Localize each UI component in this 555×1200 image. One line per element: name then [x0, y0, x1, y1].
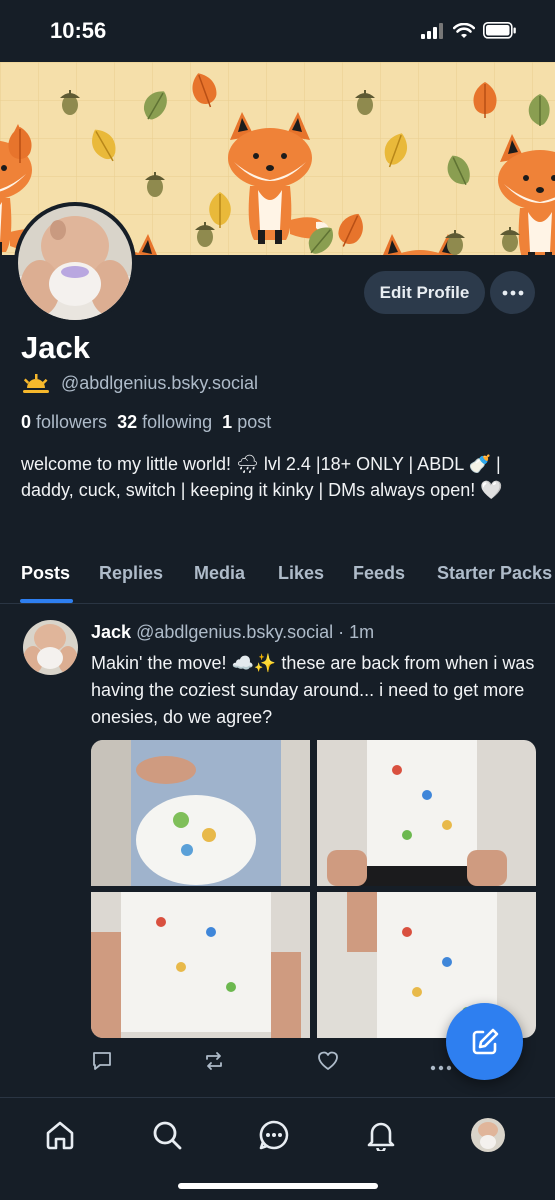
- active-tab-indicator: [20, 599, 73, 603]
- home-icon: [46, 1121, 74, 1150]
- tab-posts[interactable]: Posts: [21, 563, 70, 584]
- profile-stats: 0 followers 32 following 1 post: [21, 412, 271, 433]
- heart-icon: [318, 1051, 338, 1070]
- display-name: Jack: [21, 330, 90, 365]
- post-author-handle[interactable]: @abdlgenius.bsky.social: [136, 622, 333, 642]
- post-author-avatar[interactable]: [23, 620, 78, 675]
- following-stat[interactable]: 32 following: [117, 412, 212, 433]
- tab-media[interactable]: Media: [194, 563, 245, 584]
- profile-handle[interactable]: @abdlgenius.bsky.social: [61, 373, 258, 394]
- post-author-name[interactable]: Jack: [91, 622, 131, 642]
- nav-notifications[interactable]: [364, 1118, 398, 1152]
- search-icon: [153, 1121, 182, 1150]
- signal-icon: [421, 22, 443, 39]
- battery-icon: [483, 22, 516, 39]
- compose-icon: [472, 1028, 498, 1054]
- more-options-button[interactable]: [490, 271, 535, 314]
- speech-bubble-icon: [93, 1052, 111, 1070]
- status-icons: [421, 22, 517, 39]
- post-text: Makin' the move! ☁️✨ these are back from…: [91, 653, 535, 727]
- ellipsis-icon: [502, 290, 523, 295]
- tab-likes[interactable]: Likes: [278, 563, 324, 584]
- repost-button[interactable]: [203, 1050, 225, 1077]
- post-timestamp[interactable]: 1m: [349, 622, 374, 642]
- tab-replies[interactable]: Replies: [99, 563, 163, 584]
- posts-stat: 1 post: [222, 412, 272, 432]
- nav-search[interactable]: [150, 1118, 184, 1152]
- repost-icon: [206, 1052, 222, 1070]
- followers-stat[interactable]: 0 followers: [21, 412, 107, 433]
- reply-button[interactable]: [91, 1050, 113, 1077]
- bell-icon: [367, 1122, 395, 1151]
- tab-feeds[interactable]: Feeds: [353, 563, 405, 584]
- status-bar: 10:56: [0, 0, 555, 62]
- profile-bio: welcome to my little world! 🌧 lvl 2.4 |1…: [21, 454, 503, 500]
- ellipsis-icon: [430, 1065, 452, 1071]
- profile-avatar[interactable]: [14, 202, 136, 324]
- nav-profile-avatar: [471, 1118, 505, 1152]
- post-image-2[interactable]: [317, 740, 536, 886]
- edit-profile-button[interactable]: Edit Profile: [364, 271, 485, 314]
- post-image-1[interactable]: [91, 740, 310, 886]
- post-actions: [91, 1050, 471, 1076]
- post-more-button[interactable]: [430, 1058, 452, 1076]
- sunrise-emoji-icon: [23, 373, 49, 393]
- post-header: Jack @abdlgenius.bsky.social · 1m: [91, 622, 374, 643]
- tab-starter-packs[interactable]: Starter Packs: [437, 563, 552, 584]
- nav-profile[interactable]: [471, 1118, 505, 1152]
- post-separator: ·: [338, 622, 345, 642]
- home-indicator: [178, 1183, 378, 1189]
- wifi-icon: [453, 22, 475, 38]
- post-media-grid: [91, 740, 536, 1038]
- nav-chat[interactable]: [257, 1118, 291, 1152]
- compose-button[interactable]: [446, 1003, 523, 1080]
- profile-tabs: Posts Replies Media Likes Feeds Starter …: [0, 555, 555, 604]
- avatar-image: [18, 206, 132, 320]
- post-avatar-image: [23, 620, 78, 675]
- like-button[interactable]: [317, 1050, 339, 1077]
- nav-home[interactable]: [43, 1118, 77, 1152]
- status-time: 10:56: [50, 18, 107, 43]
- chat-icon: [259, 1120, 289, 1150]
- handle-row: @abdlgenius.bsky.social: [21, 373, 258, 394]
- post-image-3[interactable]: [91, 892, 310, 1038]
